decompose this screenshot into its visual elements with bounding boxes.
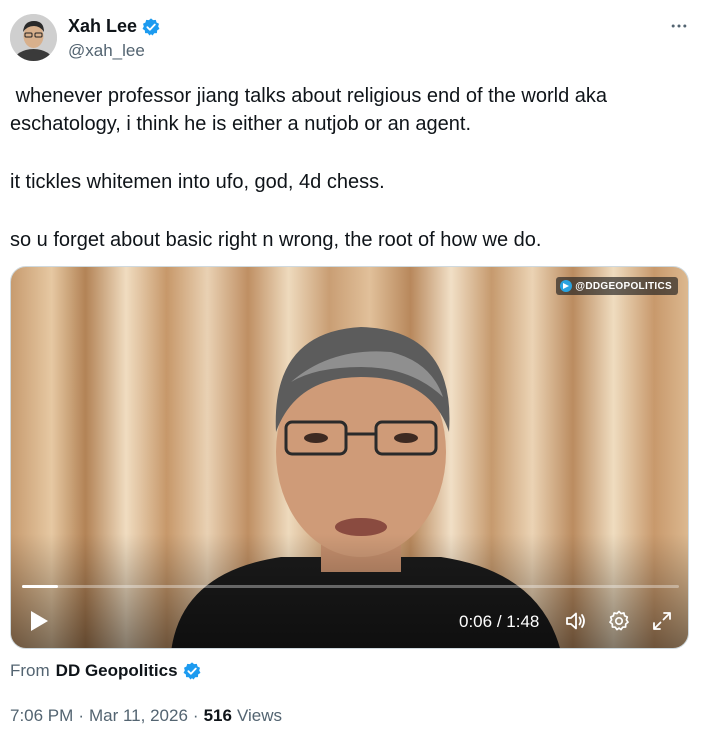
views-label: Views (236, 706, 282, 725)
tweet-time[interactable]: 7:06 PM (10, 706, 73, 726)
tweet-line: whenever professor jiang talks about rel… (10, 85, 613, 135)
avatar[interactable] (10, 14, 57, 61)
telegram-icon (560, 280, 573, 292)
author-display-name[interactable]: Xah Lee (68, 16, 137, 37)
volume-icon[interactable] (564, 609, 588, 633)
views-count: 516 (203, 706, 232, 725)
video-player[interactable]: @DDGEOPOLITICS 0:06 / 1:48 (10, 266, 689, 649)
meta-separator: · (78, 706, 84, 725)
source-prefix: From (10, 661, 50, 680)
tweet-text: whenever professor jiang talks about rel… (10, 82, 685, 254)
video-source: From DD Geopolitics (10, 661, 202, 681)
meta-separator: · (192, 706, 199, 725)
source-name[interactable]: DD Geopolitics (56, 661, 178, 681)
watermark-text: @DDGEOPOLITICS (575, 280, 672, 292)
video-time: 0:06 / 1:48 (459, 612, 539, 632)
avatar-icon (10, 14, 57, 61)
duration: 1:48 (506, 612, 540, 631)
author-handle[interactable]: @xah_lee (68, 41, 145, 61)
play-icon[interactable] (25, 608, 51, 634)
tweet-header: Xah Lee @xah_lee (10, 12, 695, 64)
verified-badge-icon (182, 661, 202, 681)
tweet-meta: 7:06 PM · Mar 11, 2026 · 516 Views (10, 706, 282, 726)
verified-badge-icon (141, 17, 161, 37)
video-progress-fill (22, 585, 59, 588)
settings-icon[interactable] (607, 609, 631, 633)
current-time: 0:06 (459, 612, 493, 631)
video-watermark: @DDGEOPOLITICS (556, 277, 678, 295)
video-progress-bar[interactable] (22, 585, 679, 588)
tweet-line: it tickles whitemen into ufo, god, 4d ch… (10, 171, 385, 193)
time-separator: / (492, 612, 507, 631)
fullscreen-icon[interactable] (650, 609, 674, 633)
tweet-line: so u forget about basic right n wrong, t… (10, 229, 542, 251)
tweet-date[interactable]: Mar 11, 2026 (89, 706, 188, 726)
more-options-icon[interactable] (667, 14, 691, 38)
